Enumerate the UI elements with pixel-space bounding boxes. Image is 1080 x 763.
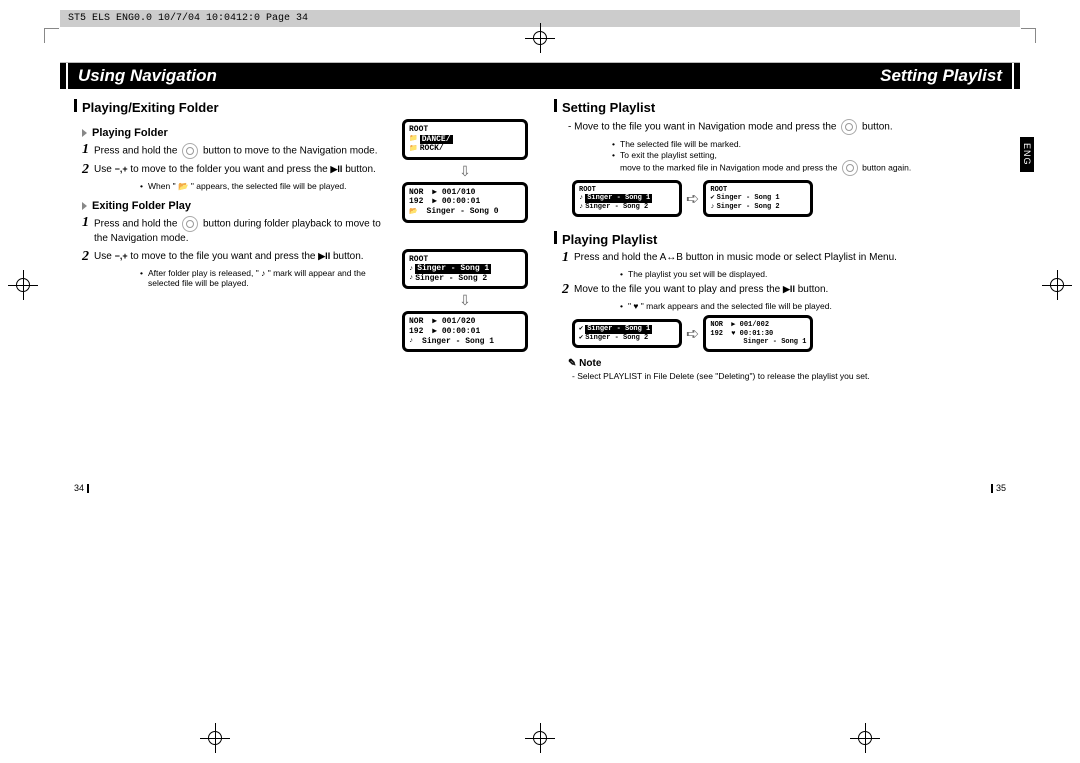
language-tab: ENG (1020, 137, 1034, 172)
step-text: Press and hold the (94, 219, 177, 230)
navi-button-icon (842, 160, 858, 176)
lcd-screenshot: NOR ▶ 001/002 192 ♥ 00:01:30 Singer - So… (703, 315, 813, 352)
subsection: Playing Folder (82, 127, 396, 139)
navi-button-icon (182, 143, 198, 159)
page-number: 34 (74, 483, 89, 493)
minus-plus-control: −,+ (115, 251, 128, 261)
step-text: button. (345, 164, 376, 175)
step: 1 Press and hold the button to move to t… (82, 143, 396, 159)
step-text: Press and hold the (94, 146, 177, 157)
section-title: Setting Playlist (562, 100, 655, 115)
lcd-screenshot: ROOT 📁DANCE/ 📁ROCK/ (402, 119, 528, 160)
step-text: Move to the file you want to play and pr… (574, 284, 780, 295)
step-text: button. (798, 284, 829, 295)
crop-mark (44, 28, 59, 43)
minus-plus-control: −,+ (115, 164, 128, 174)
play-pause-control: ▶II (331, 164, 343, 174)
registration-mark (850, 723, 880, 753)
section-heading: Setting Playlist (554, 99, 1006, 115)
step-text: Use (94, 251, 112, 262)
section-title: Playing Playlist (562, 232, 657, 247)
navi-button-icon (182, 216, 198, 232)
page-number: 35 (991, 483, 1006, 493)
lcd-screenshot: NOR ▶ 001/010 192 ▶ 00:00:01 📂 Singer - … (402, 182, 528, 223)
step: - Move to the file you want in Navigatio… (568, 119, 1006, 135)
step: 2 Use −,+ to move to the file you want a… (82, 250, 396, 264)
arrow-right-icon: ➪ (682, 189, 703, 209)
arrow-right-icon: ➪ (682, 324, 703, 344)
note-text: - Select PLAYLIST in File Delete (see "D… (572, 371, 1006, 381)
bullet-list: " ♥ " mark appears and the selected file… (588, 301, 1006, 311)
lcd-screenshot: ✔Singer - Song 1 ✔Singer - Song 2 (572, 319, 682, 348)
bullet-list: When " 📂 " appears, the selected file wi… (108, 181, 396, 192)
page-spread: Using Navigation Playing/Exiting Folder … (60, 62, 1020, 495)
step-text: Press and hold the A↔B button in music m… (574, 251, 897, 265)
section-title: Playing/Exiting Folder (82, 100, 219, 115)
step-text: - Move to the file you want in Navigatio… (568, 122, 836, 133)
lcd-screenshot: ROOT ♪Singer - Song 1 ♪Singer - Song 2 (572, 180, 682, 217)
step: 1 Press and hold the button during folde… (82, 216, 396, 246)
bullet: The playlist you set will be displayed. (628, 269, 1006, 279)
bullet-list: After folder play is released, " ♪ " mar… (108, 268, 396, 288)
registration-mark (200, 723, 230, 753)
step-text: button to move to the Navigation mode. (203, 146, 378, 157)
subsection: Exiting Folder Play (82, 200, 396, 212)
play-pause-control: ▶II (783, 284, 795, 294)
note-label: ✎ Note (568, 358, 1006, 369)
section-heading: Playing Playlist (554, 231, 1006, 247)
play-pause-control: ▶II (318, 251, 330, 261)
step: 2 Use −,+ to move to the folder you want… (82, 163, 396, 177)
arrow-down-icon: ⇩ (459, 164, 471, 178)
registration-mark (525, 723, 555, 753)
registration-mark (1042, 270, 1072, 300)
bullet: After folder play is released, " ♪ " mar… (148, 268, 396, 288)
bullet: When " 📂 " appears, the selected file wi… (148, 181, 396, 192)
page-title-banner: Setting Playlist (540, 63, 1020, 89)
section-heading: Playing/Exiting Folder (74, 99, 526, 115)
subsection-title: Playing Folder (92, 127, 168, 139)
arrow-down-icon: ⇩ (459, 293, 471, 307)
registration-mark (8, 270, 38, 300)
crop-mark (1021, 28, 1036, 43)
lcd-screenshot: ROOT ♪Singer - Song 1 ♪Singer - Song 2 (402, 249, 528, 290)
step: 1 Press and hold the A↔B button in music… (562, 251, 1006, 265)
step-text: to move to the file you want and press t… (130, 251, 315, 262)
step-text: to move to the folder you want and press… (130, 164, 327, 175)
navi-button-icon (841, 119, 857, 135)
step: 2 Move to the file you want to play and … (562, 283, 1006, 297)
step-text: Use (94, 164, 112, 175)
page-title-banner: Using Navigation (60, 63, 540, 89)
step-text: button. (333, 251, 364, 262)
figure-row: ✔Singer - Song 1 ✔Singer - Song 2 ➪ NOR … (572, 315, 1006, 352)
lcd-screenshot: ROOT ✔Singer - Song 1 ♪Singer - Song 2 (703, 180, 813, 217)
subsection-title: Exiting Folder Play (92, 200, 191, 212)
page-title: Setting Playlist (540, 63, 1012, 89)
page-right: Setting Playlist ENG Setting Playlist - … (540, 63, 1020, 495)
bullet-list: The selected file will be marked. To exi… (580, 139, 1006, 176)
page-left: Using Navigation Playing/Exiting Folder … (60, 63, 540, 495)
bullet: The selected file will be marked. (620, 139, 1006, 149)
bullet-list: The playlist you set will be displayed. (588, 269, 1006, 279)
figure-row: ROOT ♪Singer - Song 1 ♪Singer - Song 2 ➪… (572, 180, 1006, 217)
registration-mark (525, 23, 555, 53)
step-text: button. (862, 122, 893, 133)
bullet: To exit the playlist setting, move to th… (620, 150, 1006, 176)
lcd-screenshot: NOR ▶ 001/020 192 ▶ 00:00:01 ♪ Singer - … (402, 311, 528, 352)
figure-column: ROOT 📁DANCE/ 📁ROCK/ ⇩ NOR ▶ 001/010 192 … (404, 119, 526, 352)
page-title: Using Navigation (68, 63, 540, 89)
bullet: " ♥ " mark appears and the selected file… (628, 301, 1006, 311)
